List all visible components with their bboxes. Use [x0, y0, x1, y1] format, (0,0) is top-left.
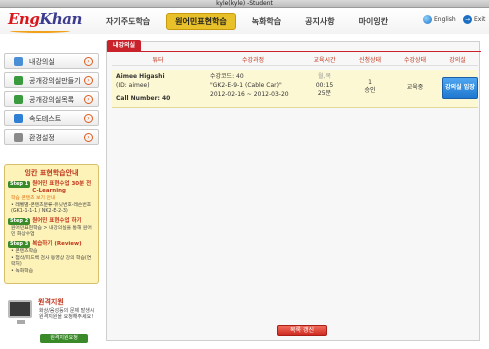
- course-period: 2012-02-16 ~ 2012-03-20: [210, 91, 289, 98]
- classroom-cell: 강의실 입장: [437, 70, 478, 108]
- column-header-classroom: 강의실: [449, 57, 466, 64]
- sidebar-item-settings[interactable]: 환경설정 ›: [4, 129, 99, 145]
- guide-step-1-sub[interactable]: 학습 콘텐츠 보기 안내: [11, 196, 94, 202]
- guide-step-2-text: 원어민표현학습 > 내강의실을 통해 원어민 화상수업: [11, 226, 92, 237]
- course-code: 수강코드: 40: [210, 73, 244, 80]
- main-nav: 자기주도학습 원어민표현학습 녹화학습 공지사항 마이잉칸: [98, 13, 404, 30]
- remote-support-text: 화상/음성등의 문제 발생시 원격지원을 요청해주세요!: [39, 308, 95, 320]
- time-clock: 00:15: [315, 82, 334, 89]
- time-minutes: 25분: [317, 90, 332, 97]
- chevron-right-icon: ›: [84, 95, 93, 104]
- classroom-panel: 내강의실 튜터 수강과정 교육시간 신청상태 수강상태 강의실 Aimee Hi…: [106, 40, 481, 341]
- time-day: 월,목: [318, 73, 331, 80]
- guide-title: 잉칸 표현학습안내: [24, 169, 79, 177]
- sidebar-item-label: 환경설정: [29, 134, 55, 142]
- engkhan-logo[interactable]: EngKhan: [8, 10, 82, 36]
- tab-underline: [107, 51, 481, 52]
- study-status-cell: 교육중: [393, 70, 437, 108]
- tutor-id: (ID: aimee): [116, 82, 150, 89]
- guide-step-2: Step 2 원어민 표현수업 하기: [8, 218, 95, 225]
- tab-my-classroom[interactable]: 내강의실: [107, 40, 142, 51]
- guide-step-1: Step 1 원어민 표현수업 30분 전 C-Learning: [8, 181, 95, 195]
- chevron-right-icon: ›: [84, 57, 93, 66]
- language-switch[interactable]: English: [423, 15, 456, 24]
- guide-step-1-text: • 레벨별-콘텐츠분류-유닛번호-레슨번호 (GK1-1-1-1 / NK2-E…: [11, 203, 92, 214]
- remote-support-button[interactable]: 원격지원요청: [40, 334, 88, 343]
- globe-icon: [423, 15, 432, 24]
- step-title: 복습하기 (Review): [32, 241, 82, 247]
- time-cell: 월,목 00:15 25분: [302, 70, 347, 108]
- exit-icon: →: [463, 15, 472, 24]
- enter-classroom-button[interactable]: 강의실 입장: [442, 77, 478, 99]
- nav-item-notices[interactable]: 공지사항: [297, 14, 342, 29]
- sidebar-item-speed-test[interactable]: 속도테스트 ›: [4, 110, 99, 126]
- sidebar-item-label: 속도테스트: [29, 115, 62, 123]
- sidebar-item-my-classroom[interactable]: 내강의실 ›: [4, 53, 99, 69]
- sidebar-item-label: 공개강의실만들기: [29, 77, 81, 85]
- column-header-study-status: 수강상태: [403, 57, 427, 64]
- table-header: 튜터 수강과정 교육시간 신청상태 수강상태 강의실: [112, 56, 478, 66]
- guide-step-3: Step 3 복습하기 (Review): [8, 241, 95, 248]
- study-guide-box: 잉칸 표현학습안내 Step 1 원어민 표현수업 30분 전 C-Learni…: [4, 164, 99, 284]
- main-content: 내강의실 튜터 수강과정 교육시간 신청상태 수강상태 강의실 Aimee Hi…: [103, 38, 489, 349]
- settings-icon: [14, 133, 23, 142]
- exit-label: Exit: [474, 16, 486, 23]
- column-header-apply-status: 신청상태: [358, 57, 382, 64]
- room-list-icon: [14, 95, 23, 104]
- monitor-icon: [8, 300, 32, 324]
- sidebar-item-create-room[interactable]: 공개강의실만들기 ›: [4, 72, 99, 88]
- step-title: 원어민 표현수업 30분 전 C-Learning: [32, 181, 92, 194]
- nav-item-native-expression[interactable]: 원어민표현학습: [166, 13, 236, 30]
- apply-status-cell: 1 승인: [347, 70, 393, 108]
- sidebar-item-label: 공개강의실목록: [29, 96, 75, 104]
- course-cell: 수강코드: 40 "GK2-E-9-1 (Cable Car)" 2012-02…: [204, 70, 302, 108]
- create-room-icon: [14, 76, 23, 85]
- tutor-cell: Aimee Higashi (ID: aimee) Call Number: 4…: [112, 70, 204, 108]
- exit-button[interactable]: → Exit: [463, 15, 485, 24]
- language-label: English: [434, 16, 456, 23]
- speed-test-icon: [14, 114, 23, 123]
- column-header-time: 교육시간: [313, 57, 336, 64]
- classroom-icon: [14, 57, 23, 66]
- chevron-right-icon: ›: [84, 76, 93, 85]
- sidebar-item-room-list[interactable]: 공개강의실목록 ›: [4, 91, 99, 107]
- logo-text-main: Eng: [8, 10, 40, 28]
- sidebar-item-label: 내강의실: [29, 58, 55, 66]
- study-status: 교육중: [406, 84, 424, 91]
- logo-text-accent: Khan: [39, 10, 82, 28]
- remote-support-title: 원격지원: [38, 298, 64, 306]
- step-title: 원어민 표현수업 하기: [32, 218, 82, 224]
- step-badge: Step 2: [8, 218, 31, 225]
- column-header-tutor: 튜터: [152, 57, 164, 64]
- window-title: kyle(kyle) -Student: [216, 0, 273, 7]
- apply-status: 승인: [364, 87, 376, 94]
- nav-item-self-study[interactable]: 자기주도학습: [98, 14, 158, 29]
- nav-item-recorded-study[interactable]: 녹화학습: [244, 14, 289, 29]
- step-badge: Step 1: [8, 181, 31, 188]
- nav-item-my-engkhan[interactable]: 마이잉칸: [351, 14, 396, 29]
- course-name: "GK2-E-9-1 (Cable Car)": [210, 82, 282, 89]
- table-row: Aimee Higashi (ID: aimee) Call Number: 4…: [112, 70, 478, 108]
- apply-count: 1: [368, 79, 372, 86]
- remote-support-box: 원격지원 화상/음성등의 문제 발생시 원격지원을 요청해주세요! 원격지원요청: [4, 288, 99, 346]
- step-badge: Step 3: [8, 241, 31, 248]
- guide-step-3-text-2: • 첨삭/피드백 검사 동영상 강의 학습(연락처): [11, 256, 92, 267]
- call-number: Call Number: 40: [116, 95, 171, 102]
- chevron-right-icon: ›: [84, 133, 93, 142]
- guide-step-3-text-1: • 콘텐츠학습: [11, 249, 38, 254]
- tutor-name: Aimee Higashi: [116, 73, 165, 80]
- window-titlebar: kyle(kyle) -Student: [0, 0, 489, 8]
- chevron-right-icon: ›: [84, 114, 93, 123]
- logo-swoosh: [10, 29, 70, 33]
- guide-step-3-text-3: • 녹화학습: [11, 269, 34, 274]
- refresh-list-button[interactable]: 목록 갱신: [277, 325, 327, 336]
- column-header-course: 수강과정: [241, 57, 265, 64]
